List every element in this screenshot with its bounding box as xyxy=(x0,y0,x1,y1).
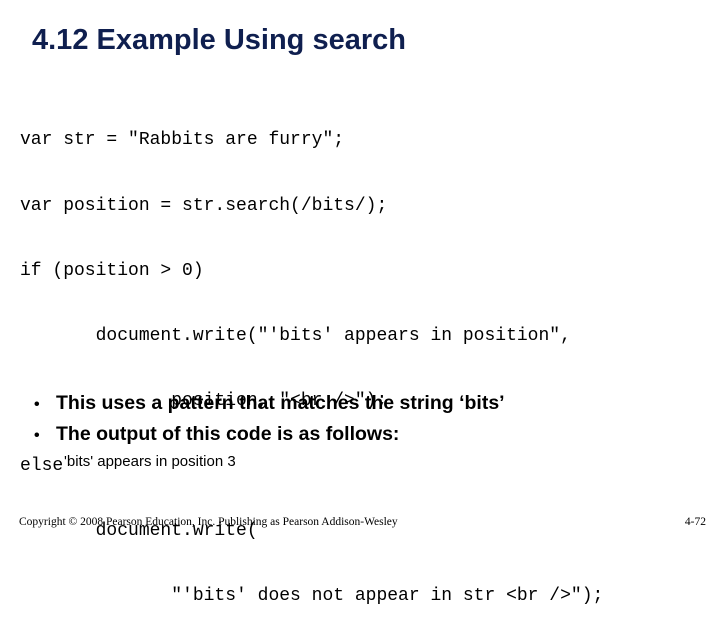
bullet-item: • This uses a pattern that matches the st… xyxy=(34,389,505,420)
slide-title: 4.12 Example Using search xyxy=(32,24,406,56)
copyright-footer: Copyright © 2008 Pearson Education, Inc.… xyxy=(19,516,398,528)
bullet-text: The output of this code is as follows: xyxy=(56,423,400,445)
bullet-icon: • xyxy=(34,427,40,444)
output-text: 'bits' appears in position 3 xyxy=(64,453,236,470)
code-line: var str = "Rabbits are furry"; xyxy=(20,130,345,151)
bullet-item: • The output of this code is as follows: xyxy=(34,420,505,451)
code-block: var str = "Rabbits are furry"; var posit… xyxy=(20,87,603,629)
code-line: "'bits' does not appear in str <br />"); xyxy=(20,586,604,607)
code-line: if (position > 0) xyxy=(20,260,204,281)
bullet-icon: • xyxy=(34,396,40,413)
page-number: 4-72 xyxy=(684,516,706,528)
code-line: document.write("'bits' appears in positi… xyxy=(20,325,571,346)
bullet-list: • This uses a pattern that matches the st… xyxy=(34,389,505,451)
code-line: var position = str.search(/bits/); xyxy=(20,195,388,216)
bullet-text: This uses a pattern that matches the str… xyxy=(56,392,505,414)
